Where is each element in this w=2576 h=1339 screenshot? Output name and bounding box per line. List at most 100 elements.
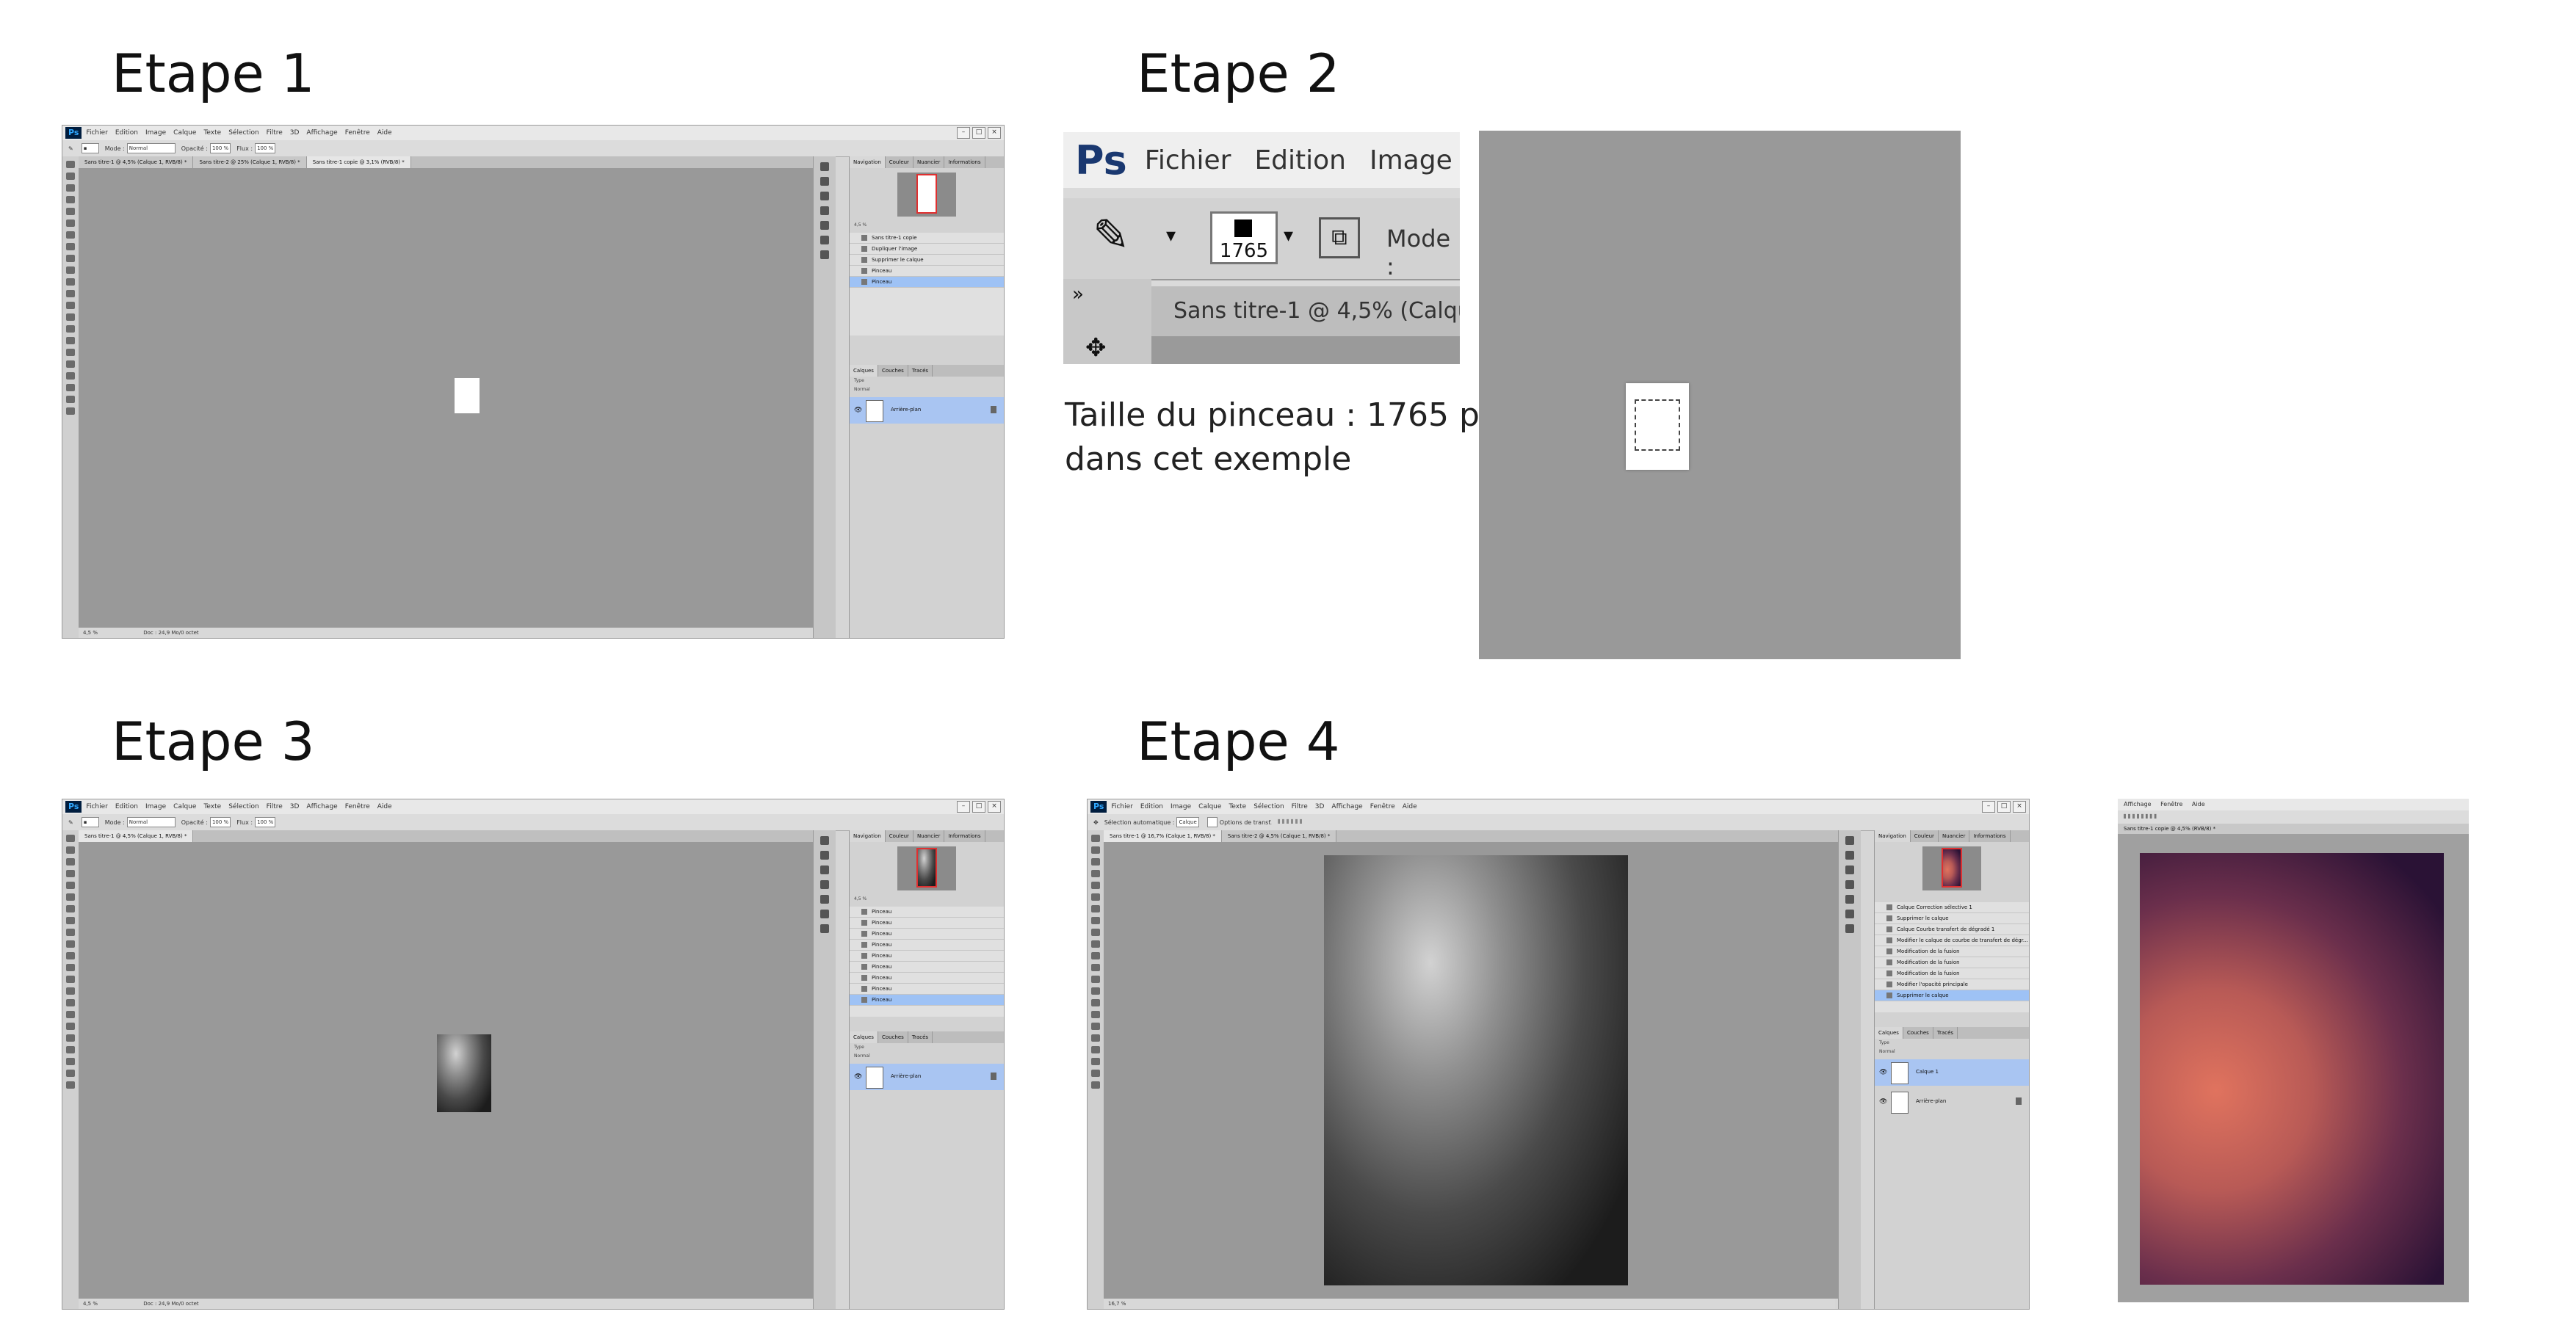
zoom-tool-icon[interactable] xyxy=(66,384,75,391)
blur-tool-icon[interactable] xyxy=(1091,976,1100,983)
history-brush-tool-icon[interactable] xyxy=(66,266,75,274)
flow-field[interactable]: 100 % xyxy=(255,817,276,827)
shape-tool-icon[interactable] xyxy=(66,360,75,368)
zoom-level[interactable]: 16,7 % xyxy=(1108,1301,1126,1307)
chevron-down-icon[interactable]: ▾ xyxy=(1284,225,1293,247)
type-tool-icon[interactable] xyxy=(1091,1011,1100,1018)
mode-select[interactable]: Normal xyxy=(126,143,176,153)
minimize-icon[interactable]: – xyxy=(1982,801,1995,813)
navigator-view-box[interactable] xyxy=(916,174,937,214)
paragraph-panel-icon[interactable] xyxy=(1845,866,1854,874)
crop-tool-icon[interactable] xyxy=(1091,882,1100,889)
menu-image[interactable]: Image xyxy=(1370,145,1452,175)
tab-couches[interactable]: Couches xyxy=(878,1031,908,1043)
lasso-tool-icon[interactable] xyxy=(1091,858,1100,866)
history-brush-tool-icon[interactable] xyxy=(66,940,75,948)
history-item[interactable]: Calque Courbe transfert de dégradé 1 xyxy=(1875,924,2029,935)
path-select-tool-icon[interactable] xyxy=(66,1023,75,1030)
history-item[interactable]: Pinceau xyxy=(850,907,1004,918)
tab-nuancier[interactable]: Nuancier xyxy=(913,830,945,842)
tab-navigation[interactable]: Navigation xyxy=(1875,830,1911,842)
flow-field[interactable]: 100 % xyxy=(255,143,276,153)
minimize-icon[interactable]: – xyxy=(957,801,970,813)
blend-mode-select[interactable]: Normal xyxy=(1875,1048,2029,1056)
eraser-tool-icon[interactable] xyxy=(66,278,75,286)
menu-selection[interactable]: Sélection xyxy=(228,129,258,137)
opacity-field[interactable]: 100 % xyxy=(209,817,231,827)
quick-mask-icon[interactable] xyxy=(1091,1081,1100,1089)
doc-tab[interactable]: Sans titre-2 @ 25% (Calque 1, RVB/8) * xyxy=(193,156,307,168)
eye-icon[interactable]: 👁 xyxy=(1879,1098,1887,1106)
menu-fenetre[interactable]: Fenêtre xyxy=(1370,803,1395,810)
menu-filtre[interactable]: Filtre xyxy=(267,129,283,137)
crop-tool-icon[interactable] xyxy=(66,882,75,889)
zoom-level[interactable]: 4,5 % xyxy=(83,1301,98,1307)
menu-fenetre[interactable]: Fenêtre xyxy=(345,803,370,810)
history-item[interactable]: Pinceau xyxy=(850,984,1004,995)
styles-panel-icon[interactable] xyxy=(1845,924,1854,933)
menu-texte[interactable]: Texte xyxy=(203,803,221,810)
menu-3d[interactable]: 3D xyxy=(290,803,300,810)
blur-tool-icon[interactable] xyxy=(66,302,75,309)
healing-tool-icon[interactable] xyxy=(66,231,75,239)
document-page-texture[interactable] xyxy=(437,1034,491,1112)
brush-panel-icon[interactable] xyxy=(820,206,829,215)
tab-informations[interactable]: Informations xyxy=(944,830,985,842)
grayscale-texture-document[interactable] xyxy=(1324,855,1628,1285)
menu-texte[interactable]: Texte xyxy=(1229,803,1246,810)
transform-checkbox[interactable] xyxy=(1206,817,1218,827)
menu-edition[interactable]: Edition xyxy=(115,129,138,137)
healing-tool-icon[interactable] xyxy=(1091,905,1100,912)
history-item[interactable]: Pinceau xyxy=(850,951,1004,962)
canvas-area[interactable] xyxy=(79,168,813,628)
styles-panel-icon[interactable] xyxy=(820,250,829,259)
menu-aide[interactable]: Aide xyxy=(377,129,392,137)
doc-tab[interactable]: Sans titre-2 @ 4,5% (Calque 1, RVB/8) * xyxy=(1221,830,1337,842)
menu-affichage[interactable]: Affichage xyxy=(2124,801,2152,808)
history-item[interactable]: Sans titre-1 copie xyxy=(850,233,1004,244)
move-tool-icon[interactable]: ✥ xyxy=(1085,333,1107,363)
doc-tab-active[interactable]: Sans titre-1 @ 16,7% (Calque 1, RVB/8) * xyxy=(1104,830,1222,842)
gradient-tool-icon[interactable] xyxy=(1091,964,1100,971)
history-item[interactable]: Pinceau xyxy=(850,973,1004,984)
adjust-panel-icon[interactable] xyxy=(820,236,829,244)
close-icon[interactable]: × xyxy=(988,801,1001,813)
marquee-tool-icon[interactable] xyxy=(66,173,75,180)
menu-edition[interactable]: Edition xyxy=(115,803,138,810)
navigator-zoom[interactable]: 4,5 % xyxy=(850,221,1004,230)
tab-calques[interactable]: Calques xyxy=(850,365,878,377)
brush-tool-icon[interactable]: ✎ xyxy=(68,819,73,826)
type-tool-icon[interactable] xyxy=(66,337,75,344)
color-swatches-icon[interactable] xyxy=(1091,1070,1100,1077)
menu-fichier[interactable]: Fichier xyxy=(86,129,107,137)
shape-tool-icon[interactable] xyxy=(66,1034,75,1042)
history-item[interactable]: Modifier le calque de courbe de transfer… xyxy=(1875,935,2029,946)
menu-texte[interactable]: Texte xyxy=(203,129,221,137)
history-item-selected[interactable]: Pinceau xyxy=(850,995,1004,1006)
doc-tab-active[interactable]: Sans titre-1 copie @ 3,1% (RVB/8) * xyxy=(306,156,411,168)
paragraph-panel-icon[interactable] xyxy=(820,866,829,874)
menu-fichier[interactable]: Fichier xyxy=(1145,145,1231,175)
info-panel-icon[interactable] xyxy=(820,895,829,904)
menu-selection[interactable]: Sélection xyxy=(228,803,258,810)
brush-tool-icon[interactable]: ✎ xyxy=(68,145,73,152)
tab-navigation[interactable]: Navigation xyxy=(850,830,886,842)
doc-tab[interactable]: Sans titre-1 @ 4,5% (Calque 1, RVB/8) * xyxy=(79,156,194,168)
history-item[interactable]: Modification de la fusion xyxy=(1875,968,2029,979)
gradient-tool-icon[interactable] xyxy=(66,290,75,297)
close-icon[interactable]: × xyxy=(2013,801,2026,813)
navigator-preview[interactable] xyxy=(897,846,956,890)
actions-panel-icon[interactable] xyxy=(1845,851,1854,860)
quick-mask-icon[interactable] xyxy=(66,407,75,415)
styles-panel-icon[interactable] xyxy=(820,924,829,933)
menu-affichage[interactable]: Affichage xyxy=(306,803,337,810)
tab-couleur[interactable]: Couleur xyxy=(886,156,913,168)
brush-panel-icon[interactable] xyxy=(820,880,829,889)
maximize-icon[interactable]: □ xyxy=(1997,801,2011,813)
tab-calques[interactable]: Calques xyxy=(850,1031,878,1043)
layer-filter[interactable]: Type xyxy=(850,377,1004,385)
history-item[interactable]: Supprimer le calque xyxy=(1875,913,2029,924)
align-icons[interactable]: ⫴ ⫴ ⫴ ⫴ ⫴ ⫴ xyxy=(1278,819,1302,826)
history-item[interactable]: Pinceau xyxy=(850,962,1004,973)
actions-panel-icon[interactable] xyxy=(820,177,829,186)
